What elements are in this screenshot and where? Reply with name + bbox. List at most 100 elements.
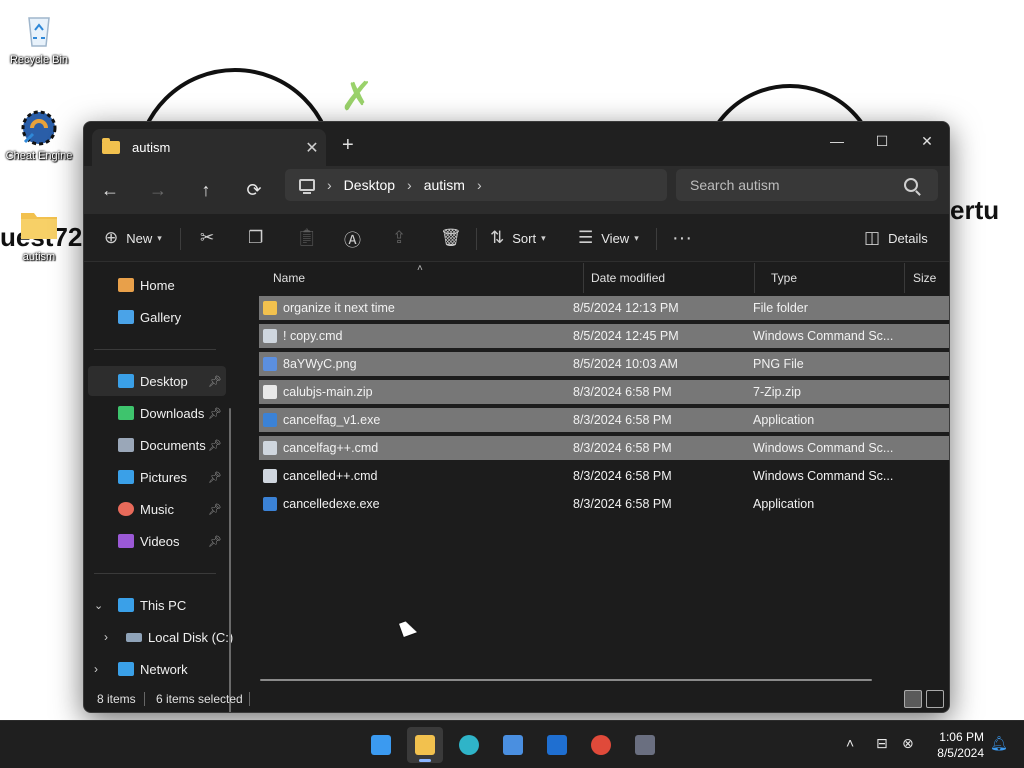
search-input[interactable]: Search autism [690,177,904,193]
chevron-right-icon[interactable]: › [407,177,412,193]
chevron-right-icon[interactable]: › [327,177,332,193]
forward-button[interactable]: → [144,176,172,204]
more-options-button[interactable]: ··· [672,226,692,250]
file-type: 7-Zip.zip [753,385,801,399]
edge-icon [459,735,479,755]
chevron-down-icon[interactable]: ⌄ [94,599,112,612]
sidebar-item-home[interactable]: Home [84,270,234,300]
divider [180,228,181,250]
pin-icon[interactable]: 📌︎ [208,535,222,548]
paste-button[interactable]: 📋︎ [296,226,318,250]
column-header-type[interactable]: Type [755,263,905,293]
table-row[interactable]: ! copy.cmd 8/5/2024 12:45 PM Windows Comma… [259,324,949,348]
pictures-icon [118,470,134,484]
table-row[interactable]: calubjs-main.zip 8/3/2024 6:58 PM 7-Zip.zi… [259,380,949,404]
breadcrumb-autism[interactable]: autism [424,177,465,193]
tab-autism[interactable]: autism ✕ [92,129,326,166]
sidebar-item-network[interactable]: › Network [84,654,234,684]
outlook-icon [547,735,567,755]
desktop-icon-recycle-bin[interactable]: Recycle Bin [1,10,77,66]
tab-title: autism [132,140,171,155]
outlook-taskbar-button[interactable] [539,727,575,763]
pin-icon[interactable]: 📌︎ [208,503,222,516]
cut-button[interactable]: ✂ [200,226,214,250]
close-button[interactable]: ✕ [904,126,949,156]
sidebar-item-videos[interactable]: Videos 📌︎ [84,526,234,556]
new-tab-button[interactable]: + [342,134,354,157]
sidebar-item-music[interactable]: Music 📌︎ [84,494,234,524]
clock[interactable]: 1:06 PM 8/5/2024 [920,729,984,761]
refresh-button[interactable]: ⟳ [240,176,268,204]
store-icon [503,735,523,755]
home-icon [118,278,134,292]
chevron-right-icon[interactable]: › [477,177,482,193]
chevron-right-icon[interactable]: › [104,630,122,644]
search-box[interactable]: Search autism [676,169,938,201]
address-bar[interactable]: › Desktop › autism › [285,169,667,201]
start-button-taskbar-button[interactable] [363,727,399,763]
horizontal-scrollbar[interactable] [260,679,872,681]
table-row[interactable]: organize it next time 8/5/2024 12:13 PM Fi… [259,296,949,320]
table-row[interactable]: cancelfag_v1.exe 8/3/2024 6:58 PM Applicat… [259,408,949,432]
new-button[interactable]: ⊕ New ▾ [104,226,162,250]
back-button[interactable]: ← [96,176,124,204]
details-pane-button[interactable]: ◫ Details [864,226,928,250]
notification-bell-icon[interactable]: 🔔︎ [990,735,1008,752]
store-taskbar-button[interactable] [495,727,531,763]
view-button[interactable]: ☰ View ▾ [578,226,639,250]
desktop-icon [118,374,134,388]
up-button[interactable]: ↑ [192,176,220,204]
sidebar-item-label: Pictures [140,469,187,485]
minimize-button[interactable]: — [814,126,860,156]
recycle-bin-icon [19,10,59,50]
desktop-icon-autism-folder[interactable]: autism [1,207,77,263]
sidebar-item-desktop[interactable]: Desktop 📌︎ [88,366,226,396]
pin-icon[interactable]: 📌︎ [208,471,222,484]
share-button[interactable]: ⇪ [392,226,406,250]
sidebar-scrollbar[interactable] [229,408,231,712]
game-taskbar-button[interactable] [627,727,663,763]
delete-button[interactable]: 🗑︎ [440,226,462,250]
tiles-view-button[interactable] [926,690,944,708]
sidebar-item-label: Desktop [140,373,188,389]
pin-icon[interactable]: 📌︎ [208,375,222,388]
desktop-icon-cheat-engine[interactable]: Cheat Engine [1,106,77,162]
chevron-right-icon[interactable]: › [94,662,112,676]
clock-time: 1:06 PM [939,730,984,744]
chevron-up-icon[interactable]: ˄ [846,735,854,751]
sidebar-item-pictures[interactable]: Pictures 📌︎ [84,462,234,492]
sidebar-item-gallery[interactable]: Gallery [84,302,234,332]
chrome-taskbar-button[interactable] [583,727,619,763]
pin-icon[interactable]: 📌︎ [208,439,222,452]
file-date: 8/3/2024 6:58 PM [573,469,672,483]
copy-button[interactable]: ❐ [248,226,263,250]
downloads-icon [118,406,134,420]
edge-taskbar-button[interactable] [451,727,487,763]
command-bar: ⊕ New ▾ ✂ ❐ 📋︎ Ⓐ ⇪ 🗑︎ ⇅ Sort ▾ ☰ View ▾ … [84,214,949,262]
column-header-name[interactable]: Name [257,263,584,293]
sort-button[interactable]: ⇅ Sort ▾ [490,226,546,250]
tab-close-icon[interactable]: ✕ [298,138,326,158]
network-status-icon[interactable]: ⊟ [876,735,888,752]
table-row[interactable]: cancelfag++.cmd 8/3/2024 6:58 PM Windows C… [259,436,949,460]
table-row[interactable]: cancelled++.cmd 8/3/2024 6:58 PM Windows C… [259,464,949,488]
breadcrumb-desktop[interactable]: Desktop [344,177,395,193]
sidebar-item-downloads[interactable]: Downloads 📌︎ [84,398,234,428]
desktop-icon-label: Recycle Bin [9,54,69,66]
table-row[interactable]: cancelledexe.exe 8/3/2024 6:58 PM Applicat… [259,492,949,516]
file-name: cancelfag_v1.exe [283,413,381,427]
pin-icon[interactable]: 📌︎ [208,407,222,420]
maximize-button[interactable]: ☐ [859,126,905,156]
sidebar-item-local-disk[interactable]: › Local Disk (C:) [84,622,234,652]
details-view-button[interactable] [904,690,922,708]
wallpaper-x-mark: ✗ [340,74,374,120]
column-header-date-modified[interactable]: Date modified [575,263,755,293]
column-header-size[interactable]: Size [905,263,949,293]
rename-button[interactable]: Ⓐ [344,226,361,250]
sidebar-item-documents[interactable]: Documents 📌︎ [84,430,234,460]
table-row[interactable]: 8aYWyC.png 8/5/2024 10:03 AM PNG File [259,352,949,376]
volume-muted-icon[interactable]: ⊗ [902,735,914,752]
sidebar-item-this-pc[interactable]: ⌄ This PC [84,590,234,620]
image-file-icon [263,357,277,371]
file-explorer-taskbar-button[interactable] [407,727,443,763]
